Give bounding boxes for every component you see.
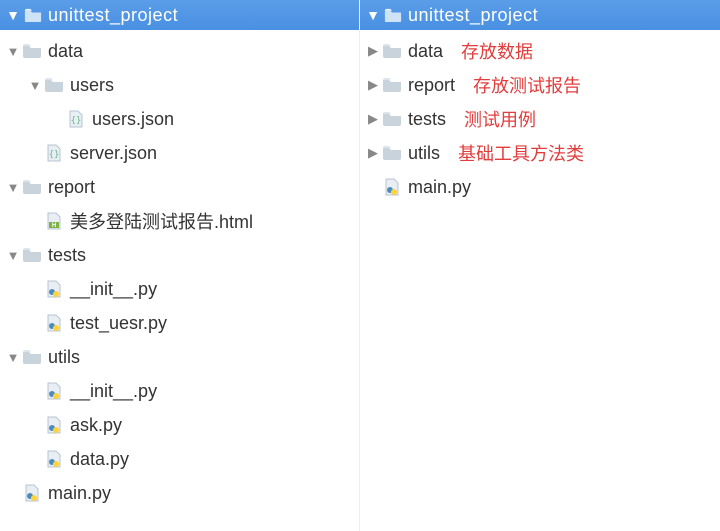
tree-item[interactable]: ▶ data 存放数据 [360,34,720,68]
tree-item[interactable]: __init__.py [0,374,359,408]
chevron-right-icon[interactable]: ▶ [364,43,382,59]
expand-arrow-icon: ▼ [4,7,22,23]
item-label: tests [48,245,86,266]
folder-icon [22,178,42,196]
tree-item[interactable]: data.py [0,442,359,476]
chevron-down-icon[interactable]: ▼ [4,44,22,59]
item-label: data [408,41,443,62]
folder-icon [22,348,42,366]
chevron-down-icon[interactable]: ▼ [4,248,22,263]
item-annotation: 基础工具方法类 [458,140,584,166]
tree-item[interactable]: ▶ utils 基础工具方法类 [360,136,720,170]
json-icon: {} [66,110,86,128]
python-icon [382,178,402,196]
svg-text:H: H [52,223,56,229]
item-label: main.py [408,177,471,198]
left-header[interactable]: ▼ unittest_project [0,0,359,30]
chevron-right-icon[interactable]: ▶ [364,111,382,127]
item-annotation: 测试用例 [464,106,536,132]
item-label: data [48,41,83,62]
item-annotation: 存放测试报告 [473,72,581,98]
tree-item[interactable]: main.py [360,170,720,204]
tree-item[interactable]: main.py [0,476,359,510]
project-title: unittest_project [48,5,178,26]
folder-icon [382,110,402,128]
folder-icon [382,76,402,94]
svg-text:{}: {} [71,116,82,126]
item-label: users.json [92,109,174,130]
left-panel: ▼ unittest_project ▼ data ▼ users {} users.js… [0,0,360,531]
json-icon: {} [44,144,64,162]
tree-item[interactable]: ▼ utils [0,340,359,374]
tree-item[interactable]: {} server.json [0,136,359,170]
python-icon [44,314,64,332]
item-label: utils [408,143,440,164]
item-label: tests [408,109,446,130]
folder-icon [382,42,402,60]
right-header[interactable]: ▼ unittest_project [360,0,720,30]
item-label: report [48,177,95,198]
item-label: main.py [48,483,111,504]
item-label: users [70,75,114,96]
tree-item[interactable]: ask.py [0,408,359,442]
python-icon [44,450,64,468]
folder-icon [44,76,64,94]
folder-icon [22,246,42,264]
svg-text:{}: {} [49,150,60,160]
item-label: utils [48,347,80,368]
tree-item[interactable]: ▶ tests 测试用例 [360,102,720,136]
tree-item[interactable]: ▼ report [0,170,359,204]
item-label: 美多登陆测试报告.html [70,208,253,234]
chevron-down-icon[interactable]: ▼ [4,350,22,365]
item-label: ask.py [70,415,122,436]
item-label: server.json [70,143,157,164]
python-icon [44,280,64,298]
right-panel: ▼ unittest_project ▶ data 存放数据 ▶ report 存放测试报… [360,0,720,531]
item-label: __init__.py [70,381,157,402]
tree-item[interactable]: H 美多登陆测试报告.html [0,204,359,238]
right-tree: ▶ data 存放数据 ▶ report 存放测试报告 ▶ tests 测试用例 ▶ utils 基础… [360,30,720,208]
tree-item[interactable]: {} users.json [0,102,359,136]
tree-item[interactable]: ▼ data [0,34,359,68]
tree-item[interactable]: ▼ tests [0,238,359,272]
folder-icon [382,144,402,162]
item-label: __init__.py [70,279,157,300]
tree-item[interactable]: ▶ report 存放测试报告 [360,68,720,102]
chevron-down-icon[interactable]: ▼ [4,180,22,195]
folder-icon [24,8,42,22]
chevron-right-icon[interactable]: ▶ [364,145,382,161]
item-annotation: 存放数据 [461,38,533,64]
html-icon: H [44,212,64,230]
tree-item[interactable]: __init__.py [0,272,359,306]
expand-arrow-icon: ▼ [364,7,382,23]
folder-icon [384,8,402,22]
chevron-down-icon[interactable]: ▼ [26,78,44,93]
item-label: report [408,75,455,96]
project-title: unittest_project [408,5,538,26]
python-icon [44,382,64,400]
left-tree: ▼ data ▼ users {} users.json {} server.json ▼ rep… [0,30,359,514]
tree-item[interactable]: test_uesr.py [0,306,359,340]
folder-icon [22,42,42,60]
chevron-right-icon[interactable]: ▶ [364,77,382,93]
python-icon [22,484,42,502]
python-icon [44,416,64,434]
item-label: test_uesr.py [70,313,167,334]
item-label: data.py [70,449,129,470]
tree-item[interactable]: ▼ users [0,68,359,102]
